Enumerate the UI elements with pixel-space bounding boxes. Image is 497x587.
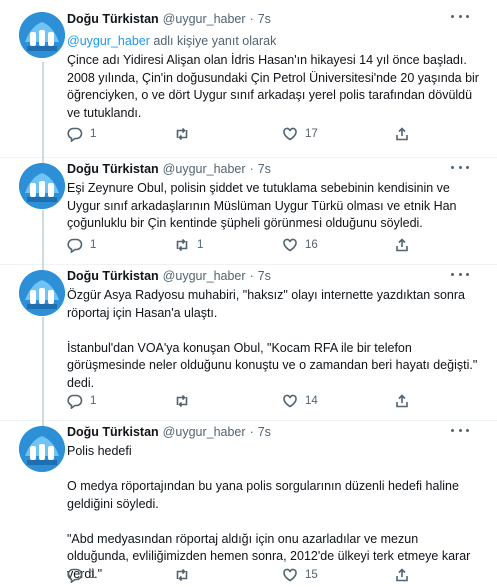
like-button[interactable]: 14	[282, 391, 318, 411]
author-name[interactable]: Doğu Türkistan	[67, 162, 159, 176]
heart-icon	[283, 568, 297, 582]
thread-line	[42, 62, 44, 158]
reply-count: 1	[90, 569, 97, 581]
tweet-paragraph: Eşi Zeynure Obul, polisin şiddet ve tutu…	[67, 181, 457, 230]
more-options-icon[interactable]	[451, 268, 469, 280]
reply-count: 1	[90, 239, 97, 251]
share-icon	[396, 394, 408, 408]
share-button[interactable]	[394, 391, 410, 411]
tweet-actions: 1 15	[67, 565, 427, 585]
reply-mention-link[interactable]: @uygur_haber	[67, 34, 150, 48]
share-icon	[396, 238, 408, 252]
tweet-actions: 1 14	[67, 391, 427, 411]
tweet[interactable]: Doğu Türkistan @uygur_haber · 7s Eşi Zey…	[0, 158, 497, 265]
separator-dot: ·	[249, 269, 254, 283]
reply-icon	[67, 568, 83, 583]
tweet[interactable]: Doğu Türkistan @uygur_haber · 7s Polis h…	[0, 421, 497, 587]
tweet-paragraph: Çince adı Yidiresi Alişan olan İdris Has…	[67, 53, 479, 120]
author-handle[interactable]: @uygur_haber	[163, 12, 246, 26]
like-count: 15	[305, 569, 318, 581]
author-name[interactable]: Doğu Türkistan	[67, 269, 159, 283]
more-options-icon[interactable]	[451, 10, 469, 22]
retweet-button[interactable]	[174, 565, 197, 585]
like-count: 14	[305, 395, 318, 407]
retweet-count: 1	[197, 239, 204, 251]
avatar[interactable]	[19, 163, 65, 209]
avatar[interactable]	[19, 426, 65, 472]
reply-context-text: adlı kişiye yanıt olarak	[149, 34, 277, 48]
like-count: 16	[305, 239, 318, 251]
thread-line	[42, 210, 44, 265]
separator-dot: ·	[249, 12, 254, 26]
share-button[interactable]	[394, 565, 410, 585]
retweet-button[interactable]: 1	[174, 235, 203, 255]
like-button[interactable]: 16	[282, 235, 318, 255]
reply-count: 1	[90, 395, 97, 407]
tweet-actions: 1 1 16	[67, 235, 427, 255]
thread-line	[42, 317, 44, 421]
tweet-paragraph: İstanbul'dan VOA'ya konuşan Obul, "Kocam…	[67, 340, 478, 390]
tweet[interactable]: Doğu Türkistan @uygur_haber · 7s Özgür A…	[0, 265, 497, 421]
share-button[interactable]	[394, 124, 410, 144]
reply-button[interactable]: 1	[67, 124, 96, 144]
like-button[interactable]: 15	[282, 565, 318, 585]
retweet-button[interactable]	[174, 391, 197, 411]
reply-icon	[67, 394, 83, 409]
tweet-actions: 1 17	[67, 124, 427, 144]
tweet-text: Çince adı Yidiresi Alişan olan İdris Has…	[67, 52, 482, 122]
share-icon	[396, 127, 408, 141]
reply-button[interactable]: 1	[67, 565, 96, 585]
retweet-button[interactable]	[174, 124, 197, 144]
tweet-text: Polis hedefi O medya röportajından bu ya…	[67, 443, 482, 583]
timestamp[interactable]: 7s	[258, 12, 271, 26]
timestamp[interactable]: 7s	[258, 162, 271, 176]
share-button[interactable]	[394, 235, 410, 255]
tweet-text: Özgür Asya Radyosu muhabiri, "haksız" ol…	[67, 287, 482, 392]
tweet[interactable]: Doğu Türkistan @uygur_haber · 7s @uygur_…	[0, 0, 497, 158]
retweet-icon	[176, 238, 188, 252]
reply-context: @uygur_haber adlı kişiye yanıt olarak	[67, 34, 276, 48]
reply-icon	[67, 238, 83, 253]
reply-count: 1	[90, 128, 97, 140]
reply-button[interactable]: 1	[67, 391, 96, 411]
tweet-paragraph: Polis hedefi	[67, 444, 132, 458]
reply-icon	[67, 127, 83, 142]
tweet-paragraph: O medya röportajından bu yana polis sorg…	[67, 479, 459, 511]
tweet-header: Doğu Türkistan @uygur_haber · 7s	[67, 269, 271, 283]
tweet-paragraph: Özgür Asya Radyosu muhabiri, "haksız" ol…	[67, 288, 465, 320]
reply-button[interactable]: 1	[67, 235, 96, 255]
more-options-icon[interactable]	[451, 161, 469, 173]
more-options-icon[interactable]	[451, 424, 469, 436]
author-handle[interactable]: @uygur_haber	[163, 425, 246, 439]
avatar[interactable]	[19, 270, 65, 316]
tweet-header: Doğu Türkistan @uygur_haber · 7s	[67, 12, 271, 26]
heart-icon	[283, 238, 297, 252]
tweet-header: Doğu Türkistan @uygur_haber · 7s	[67, 162, 271, 176]
like-button[interactable]: 17	[282, 124, 318, 144]
separator-dot: ·	[249, 425, 254, 439]
timestamp[interactable]: 7s	[258, 269, 271, 283]
author-handle[interactable]: @uygur_haber	[163, 269, 246, 283]
share-icon	[396, 568, 408, 582]
separator-dot: ·	[249, 162, 254, 176]
retweet-icon	[176, 568, 188, 582]
tweet-text: Eşi Zeynure Obul, polisin şiddet ve tutu…	[67, 180, 482, 233]
timestamp[interactable]: 7s	[258, 425, 271, 439]
author-name[interactable]: Doğu Türkistan	[67, 12, 159, 26]
heart-icon	[283, 394, 297, 408]
retweet-icon	[176, 127, 188, 141]
retweet-icon	[176, 394, 188, 408]
author-handle[interactable]: @uygur_haber	[163, 162, 246, 176]
avatar[interactable]	[19, 12, 65, 58]
heart-icon	[283, 127, 297, 141]
like-count: 17	[305, 128, 318, 140]
tweet-header: Doğu Türkistan @uygur_haber · 7s	[67, 425, 271, 439]
author-name[interactable]: Doğu Türkistan	[67, 425, 159, 439]
